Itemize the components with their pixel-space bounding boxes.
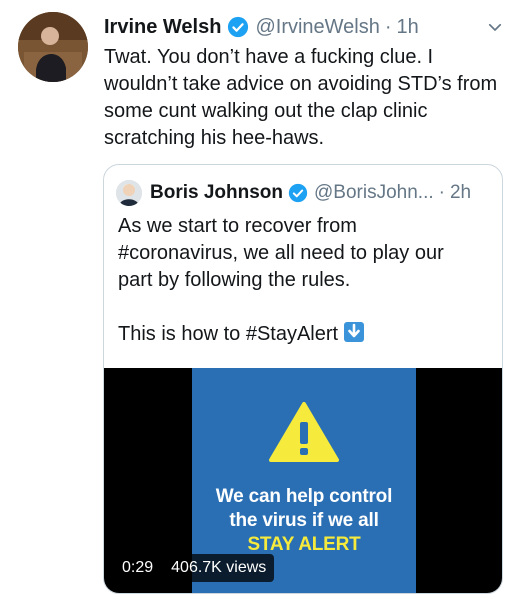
chevron-down-icon[interactable] <box>486 18 504 36</box>
separator-dot: · <box>384 15 392 38</box>
author-name[interactable]: Irvine Welsh <box>104 16 221 39</box>
warning-triangle-icon <box>269 402 339 462</box>
author-handle[interactable]: @IrvineWelsh <box>255 16 379 39</box>
quoted-tweet-header: Boris Johnson @BorisJohn... · 2h <box>116 179 490 207</box>
video-caption-highlight: STAY ALERT <box>247 534 361 555</box>
tweet-text: Twat. You don’t have a fucking clue. I w… <box>104 44 508 152</box>
video-info-overlay: 0:29 406.7K views <box>114 554 275 582</box>
separator-dot: · <box>438 182 445 203</box>
avatar[interactable] <box>18 12 88 82</box>
verified-badge-icon <box>288 183 308 203</box>
timestamp[interactable]: 1h <box>397 16 419 39</box>
verified-badge-icon <box>228 16 249 38</box>
tweet[interactable]: Irvine Welsh @IrvineWelsh · 1h Twat. You… <box>0 0 524 600</box>
video-views: 406.7K views <box>171 559 267 576</box>
tweet-header: Irvine Welsh @IrvineWelsh · 1h <box>104 12 504 42</box>
tweet-text-line: some cunt walking out the clap clinic <box>104 100 428 122</box>
hashtag-line[interactable]: This is how to #StayAlert <box>118 323 338 345</box>
quoted-avatar[interactable] <box>116 180 142 206</box>
video-player[interactable]: We can help control the virus if we all … <box>104 368 502 593</box>
quoted-text-line-last: This is how to #StayAlert <box>118 321 492 348</box>
down-arrow-emoji-icon <box>344 322 365 342</box>
video-caption-line: the virus if we all <box>229 510 379 531</box>
tweet-text-line: wouldn’t take advice on avoiding STD’s f… <box>104 73 498 95</box>
quoted-text-line: As we start to recover from <box>118 215 357 237</box>
tweet-text-line: Twat. You don’t have a fucking clue. I <box>104 46 434 68</box>
quoted-text-line: part by following the rules. <box>118 269 351 291</box>
quoted-author-name[interactable]: Boris Johnson <box>150 182 283 204</box>
quoted-tweet-text: As we start to recover from #coronavirus… <box>118 213 492 348</box>
video-caption-line: We can help control <box>215 486 393 507</box>
quoted-tweet[interactable]: Boris Johnson @BorisJohn... · 2h As we s… <box>103 164 503 594</box>
video-duration: 0:29 <box>122 559 154 576</box>
quoted-timestamp[interactable]: 2h <box>450 182 471 204</box>
tweet-text-line: scratching his hee-haws. <box>104 127 325 149</box>
quoted-text-line: #coronavirus, we all need to play our <box>118 242 444 264</box>
quoted-author-handle[interactable]: @BorisJohn... <box>314 182 434 204</box>
